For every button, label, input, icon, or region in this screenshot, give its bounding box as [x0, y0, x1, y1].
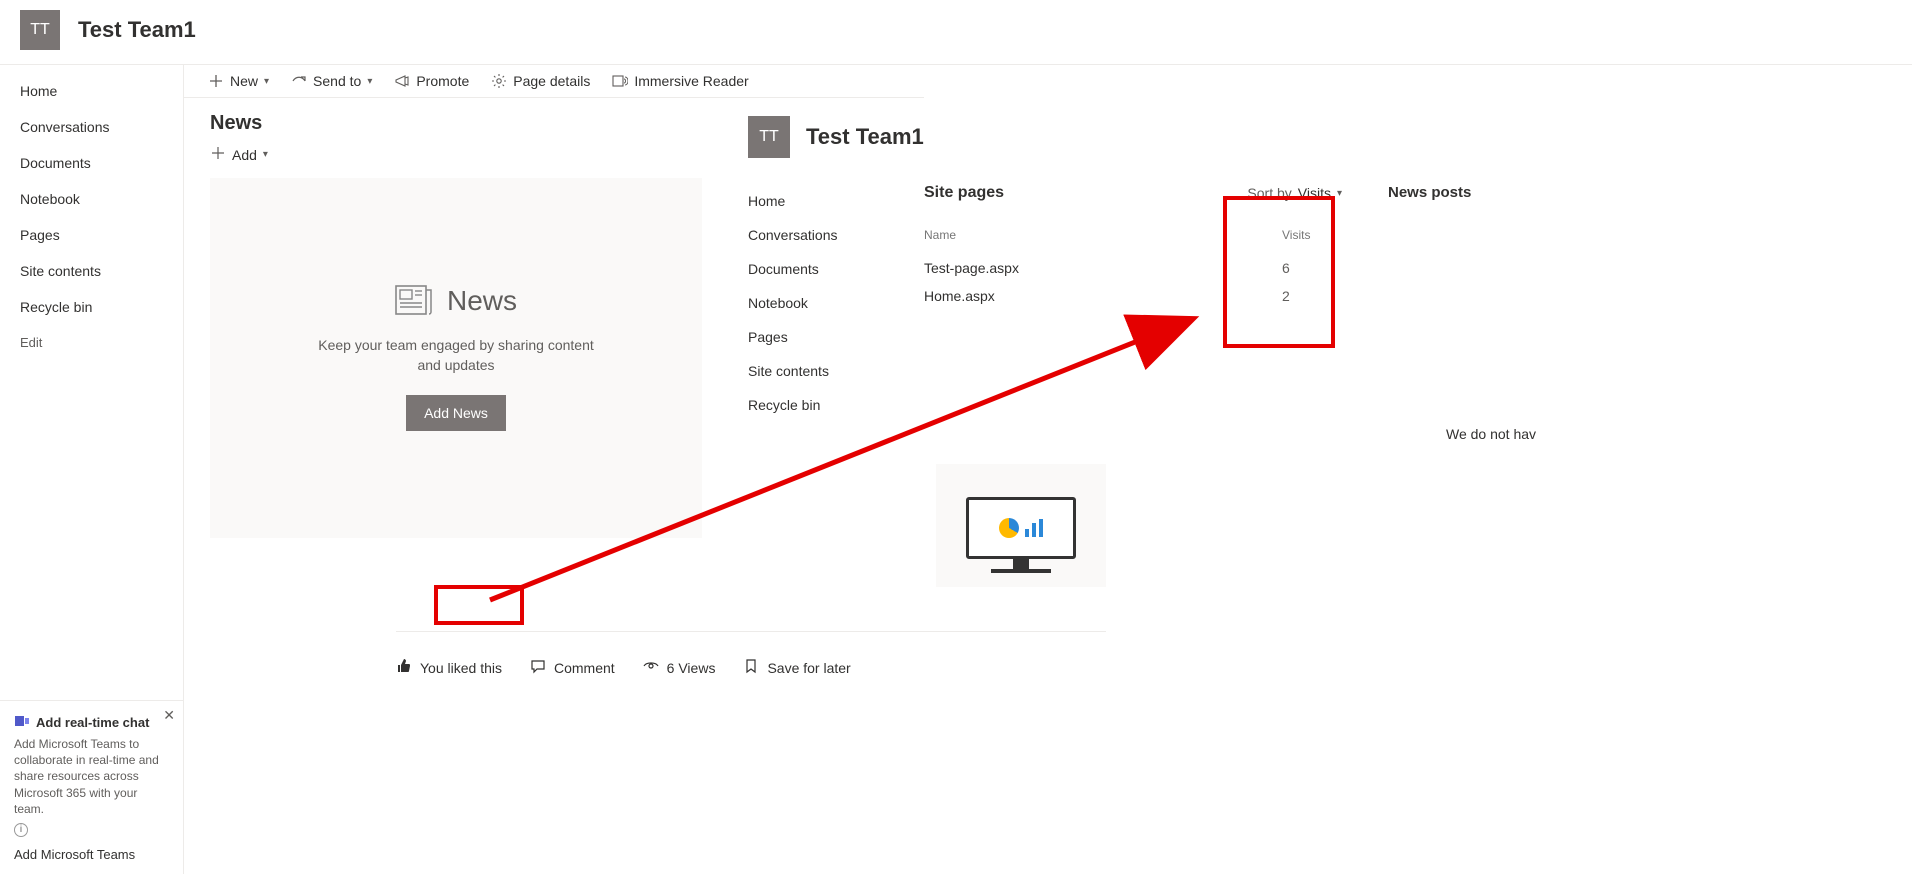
- toolbar: New ▾ Send to ▾ Promote Page de: [184, 65, 924, 98]
- overlay-site-title: Test Team1: [806, 124, 924, 150]
- overlay-nav: Home Conversations Documents Notebook Pa…: [730, 178, 914, 428]
- ov-nav-recycle-bin[interactable]: Recycle bin: [730, 388, 914, 422]
- comment-icon: [530, 658, 546, 677]
- sort-by-dropdown[interactable]: Sort by Visits ▾: [1247, 185, 1342, 201]
- left-nav: Home Conversations Documents Notebook Pa…: [0, 65, 184, 874]
- ov-nav-notebook[interactable]: Notebook: [730, 286, 914, 320]
- sort-by-label: Sort by: [1247, 185, 1291, 201]
- bar-chart-icon: [1025, 519, 1043, 537]
- toolbar-promote-label: Promote: [416, 73, 469, 89]
- chevron-down-icon: ▾: [367, 76, 372, 87]
- ov-nav-home[interactable]: Home: [730, 184, 914, 218]
- like-button[interactable]: You liked this: [396, 658, 502, 677]
- chevron-down-icon: ▾: [263, 149, 268, 160]
- chevron-down-icon: ▾: [264, 76, 269, 87]
- nav-home[interactable]: Home: [0, 73, 183, 109]
- share-icon: [291, 73, 307, 89]
- nav-documents[interactable]: Documents: [0, 145, 183, 181]
- views-indicator[interactable]: 6 Views: [643, 658, 716, 677]
- nav-conversations[interactable]: Conversations: [0, 109, 183, 145]
- ov-nav-documents[interactable]: Documents: [730, 252, 914, 286]
- thumbs-up-icon: [396, 658, 412, 677]
- ov-nav-site-contents[interactable]: Site contents: [730, 354, 914, 388]
- gear-icon: [491, 73, 507, 89]
- nav-site-contents[interactable]: Site contents: [0, 253, 183, 289]
- add-news-button[interactable]: Add News: [406, 395, 506, 431]
- toolbar-promote[interactable]: Promote: [394, 73, 469, 89]
- site-header: TT Test Team1: [0, 0, 1912, 65]
- list-item[interactable]: Home.aspx 2: [924, 282, 1342, 310]
- chevron-down-icon: ▾: [1337, 188, 1342, 199]
- news-empty-card: News Keep your team engaged by sharing c…: [210, 178, 702, 538]
- overlay-header: TT Test Team1: [730, 100, 1560, 178]
- page-name: Home.aspx: [924, 288, 1282, 304]
- news-card-sub: Keep your team engaged by sharing conten…: [306, 336, 606, 375]
- teams-promo-desc: Add Microsoft Teams to collaborate in re…: [14, 736, 169, 817]
- toolbar-sendto-label: Send to: [313, 73, 361, 89]
- toolbar-new[interactable]: New ▾: [208, 73, 269, 89]
- ov-nav-conversations[interactable]: Conversations: [730, 218, 914, 252]
- site-logo: TT: [20, 10, 60, 50]
- list-item[interactable]: Test-page.aspx 6: [924, 254, 1342, 282]
- bookmark-icon: [743, 658, 759, 677]
- nav-edit[interactable]: Edit: [0, 325, 183, 360]
- newspaper-icon: [395, 285, 433, 318]
- plus-icon: [208, 73, 224, 89]
- save-label: Save for later: [767, 660, 850, 676]
- overlay-title: Site pages: [924, 184, 1004, 202]
- news-card-label: News: [447, 285, 517, 317]
- toolbar-immersive[interactable]: Immersive Reader: [612, 73, 748, 89]
- toolbar-page-details-label: Page details: [513, 73, 590, 89]
- nav-recycle-bin[interactable]: Recycle bin: [0, 289, 183, 325]
- megaphone-icon: [394, 73, 410, 89]
- teams-promo-cta[interactable]: Add Microsoft Teams: [14, 847, 169, 862]
- monitor-icon: [966, 497, 1076, 573]
- page-visits: 6: [1282, 260, 1342, 276]
- toolbar-page-details[interactable]: Page details: [491, 73, 590, 89]
- overlay-site-logo: TT: [748, 116, 790, 158]
- pie-chart-icon: [999, 518, 1019, 538]
- column-header-visits[interactable]: Visits: [1282, 228, 1342, 242]
- social-row: You liked this Comment 6 Views Save for …: [396, 631, 1106, 677]
- immersive-reader-icon: [612, 73, 628, 89]
- nav-pages[interactable]: Pages: [0, 217, 183, 253]
- nav-notebook[interactable]: Notebook: [0, 181, 183, 217]
- sort-by-value: Visits: [1298, 185, 1331, 201]
- views-label: 6 Views: [667, 660, 716, 676]
- like-label: You liked this: [420, 660, 502, 676]
- toolbar-new-label: New: [230, 73, 258, 89]
- toolbar-sendto[interactable]: Send to ▾: [291, 73, 372, 89]
- column-header-name[interactable]: Name: [924, 228, 1282, 242]
- ov-nav-pages[interactable]: Pages: [730, 320, 914, 354]
- save-for-later-button[interactable]: Save for later: [743, 658, 850, 677]
- toolbar-immersive-label: Immersive Reader: [634, 73, 748, 89]
- page-name: Test-page.aspx: [924, 260, 1282, 276]
- overlay-main: Site pages Sort by Visits ▾ Name Visits …: [914, 178, 1360, 428]
- page-visits: 2: [1282, 288, 1342, 304]
- truncated-text: We do not hav: [1446, 426, 1536, 442]
- overlay-right-title: News posts: [1360, 178, 1560, 428]
- comment-button[interactable]: Comment: [530, 658, 615, 677]
- add-news-label: Add: [232, 147, 257, 163]
- plus-icon: [210, 145, 226, 164]
- eye-icon: [643, 658, 659, 677]
- info-icon[interactable]: i: [14, 823, 28, 837]
- site-title: Test Team1: [78, 17, 196, 43]
- comment-label: Comment: [554, 660, 615, 676]
- site-pages-list: Name Visits Test-page.aspx 6 Home.aspx 2: [924, 228, 1342, 310]
- overlay-window: TT Test Team1 Home Conversations Documen…: [730, 100, 1560, 464]
- teams-promo-title-text: Add real-time chat: [36, 715, 149, 730]
- teams-icon: [14, 713, 30, 732]
- teams-promo-title: Add real-time chat: [14, 713, 169, 732]
- close-icon[interactable]: ✕: [163, 707, 175, 724]
- teams-promo: ✕ Add real-time chat Add Microsoft Teams…: [0, 700, 183, 874]
